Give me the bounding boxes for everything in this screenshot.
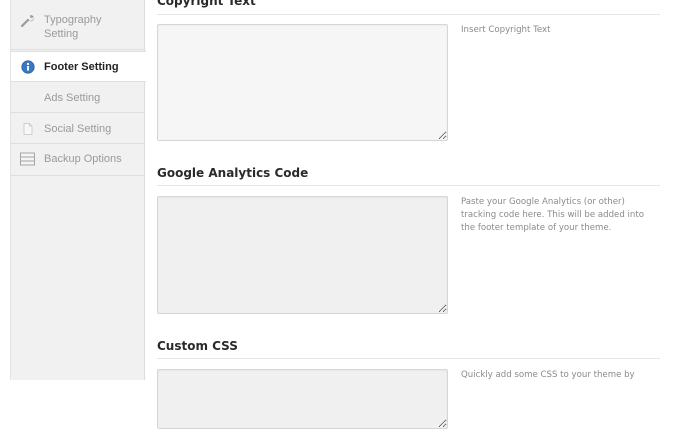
wrench-icon — [20, 13, 35, 28]
sidebar-item-label: Backup Options — [44, 153, 122, 165]
section-title-copyright: Copyright Text — [157, 0, 256, 8]
sidebar-item-backup[interactable]: Backup Options — [11, 144, 145, 176]
list-icon — [20, 152, 35, 166]
custom-css-field[interactable] — [157, 369, 448, 429]
sidebar-item-typography[interactable]: Typography Setting — [11, 0, 145, 50]
section-divider — [157, 185, 660, 186]
document-icon — [21, 122, 35, 136]
sidebar-item-label: Typography Setting — [44, 14, 102, 40]
sidebar-item-label: Ads Setting — [44, 92, 101, 104]
section-title-analytics: Google Analytics Code — [157, 166, 309, 180]
custom-css-description: Quickly add some CSS to your theme by — [461, 370, 635, 380]
section-divider — [157, 358, 660, 359]
section-title-custom-css: Custom CSS — [157, 339, 238, 353]
copyright-text-field[interactable] — [157, 24, 448, 141]
info-icon — [21, 60, 35, 74]
sidebar-item-label: Footer Setting — [44, 61, 119, 73]
copyright-description: Insert Copyright Text — [461, 25, 551, 35]
settings-main-panel: Copyright Text Insert Copyright Text Goo… — [145, 0, 682, 429]
section-divider — [157, 14, 660, 15]
sidebar-item-label: Social Setting — [44, 123, 112, 135]
settings-sidebar: Typography Setting Footer Setting Ads Se… — [10, 0, 146, 380]
analytics-code-field[interactable] — [157, 196, 448, 314]
analytics-description: Paste your Google Analytics (or other) t… — [461, 197, 644, 233]
sidebar-item-social[interactable]: Social Setting — [11, 113, 145, 144]
sidebar-item-ads[interactable]: Ads Setting — [11, 82, 145, 113]
sidebar-item-footer[interactable]: Footer Setting — [11, 51, 146, 82]
